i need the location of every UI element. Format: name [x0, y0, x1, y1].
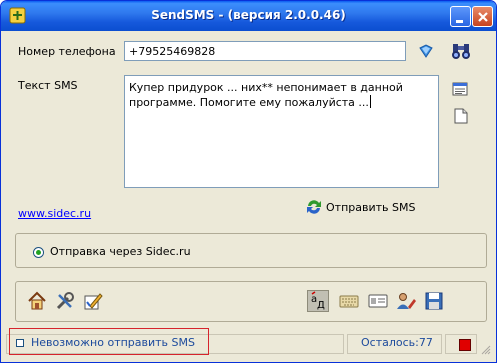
binoculars-icon[interactable] — [451, 42, 471, 60]
error-checkbox — [16, 339, 24, 347]
sidec-radio[interactable] — [33, 247, 44, 258]
window-title: SendSMS - (версия 2.0.0.46) — [151, 8, 346, 22]
translit-icon: a Д — [311, 291, 325, 311]
minimize-icon — [456, 20, 463, 23]
phone-dropdown-icon[interactable] — [418, 44, 434, 58]
translit-button[interactable]: a Д — [307, 290, 329, 312]
minimize-button[interactable] — [450, 6, 471, 27]
phone-input[interactable]: +79525469828 — [124, 41, 406, 61]
card-icon[interactable] — [367, 290, 389, 312]
phone-label: Номер телефона — [18, 45, 116, 58]
new-document-icon[interactable] — [454, 108, 468, 124]
send-arrows-icon — [307, 200, 321, 214]
tools-icon[interactable] — [54, 290, 76, 312]
save-icon[interactable] — [423, 290, 445, 312]
status-indicator — [459, 339, 471, 351]
edit-icon[interactable] — [82, 290, 104, 312]
title-bar[interactable]: SendSMS - (версия 2.0.0.46) — [1, 1, 496, 31]
close-button[interactable] — [472, 6, 493, 27]
sms-text-area[interactable]: Купер придурок ... них** непонимает в да… — [124, 75, 439, 188]
bottom-toolbar: a Д — [15, 281, 487, 322]
text-caret — [369, 95, 371, 108]
resize-grip-icon[interactable] — [481, 345, 491, 355]
close-icon — [478, 12, 488, 22]
sms-text: Купер придурок ... них** непонимает в да… — [129, 81, 403, 109]
user-edit-icon[interactable] — [395, 290, 417, 312]
sidec-radio-label[interactable]: Отправка через Sidec.ru — [50, 245, 191, 258]
keyboard-icon[interactable] — [338, 290, 360, 312]
remaining-count: Осталось:77 — [361, 336, 433, 349]
translit-glyph-d: Д — [317, 300, 325, 311]
delivery-group: Отправка через Sidec.ru — [15, 233, 487, 268]
sendsms-window: SendSMS - (версия 2.0.0.46) Номер телефо… — [0, 0, 497, 363]
sms-label: Текст SMS — [18, 79, 78, 92]
send-sms-label: Отправить SMS — [326, 200, 416, 214]
error-status-text: Невозможно отправить SMS — [31, 336, 195, 349]
home-icon[interactable] — [26, 290, 48, 312]
client-area: Номер телефона +79525469828 Текст SMS Ку… — [4, 31, 493, 361]
template-list-icon[interactable] — [452, 82, 468, 96]
send-sms-button[interactable]: Отправить SMS — [305, 197, 415, 217]
site-link[interactable]: www.sidec.ru — [18, 207, 91, 220]
